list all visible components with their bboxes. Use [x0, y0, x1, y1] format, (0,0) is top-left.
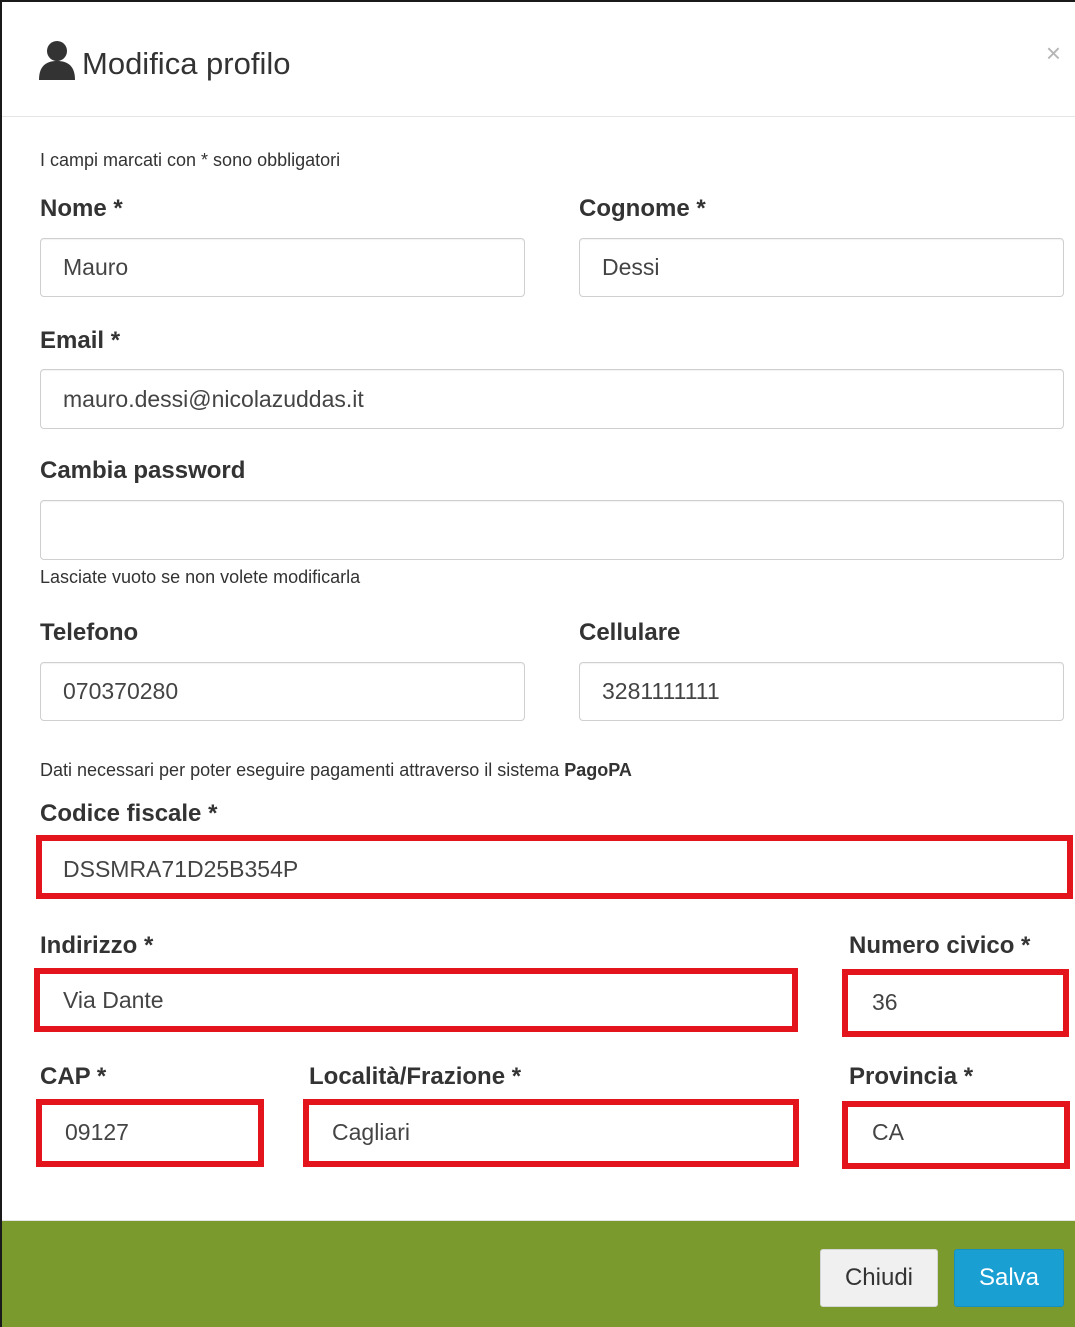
codice-fiscale-label: Codice fiscale *: [40, 800, 218, 827]
nome-input[interactable]: [40, 238, 525, 297]
dialog-footer: Chiudi Salva: [2, 1220, 1075, 1327]
email-input[interactable]: [40, 369, 1064, 429]
numero-civico-input[interactable]: [849, 976, 1057, 1028]
provincia-label: Provincia *: [849, 1063, 974, 1090]
close-icon[interactable]: ×: [1046, 40, 1061, 66]
user-icon: [39, 41, 75, 80]
dialog-title: Modifica profilo: [82, 46, 291, 81]
indirizzo-input[interactable]: [40, 974, 790, 1026]
close-button[interactable]: Chiudi: [820, 1249, 938, 1307]
cellulare-input[interactable]: [579, 662, 1064, 721]
cap-input[interactable]: [42, 1105, 258, 1159]
nome-label: Nome *: [40, 195, 123, 222]
edit-profile-dialog: Modifica profilo × I campi marcati con *…: [0, 0, 1075, 1327]
cognome-label: Cognome *: [579, 195, 706, 222]
password-input[interactable]: [40, 500, 1064, 560]
email-label: Email *: [40, 327, 121, 354]
dialog-header: Modifica profilo ×: [2, 2, 1075, 117]
password-label: Cambia password: [40, 457, 246, 484]
cognome-input[interactable]: [579, 238, 1064, 297]
pagopa-note: Dati necessari per poter eseguire pagame…: [40, 760, 632, 781]
provincia-input[interactable]: [849, 1105, 1063, 1159]
pagopa-brand: PagoPA: [564, 760, 632, 780]
indirizzo-label: Indirizzo *: [40, 932, 154, 959]
codice-fiscale-input[interactable]: [40, 843, 1064, 895]
telefono-label: Telefono: [40, 619, 139, 646]
telefono-input[interactable]: [40, 662, 525, 721]
localita-input[interactable]: [309, 1105, 793, 1159]
save-button[interactable]: Salva: [954, 1249, 1064, 1307]
pagopa-note-text: Dati necessari per poter eseguire pagame…: [40, 760, 565, 780]
required-fields-note: I campi marcati con * sono obbligatori: [40, 150, 341, 170]
localita-label: Località/Frazione *: [309, 1063, 522, 1090]
cellulare-label: Cellulare: [579, 619, 681, 646]
cap-label: CAP *: [40, 1063, 107, 1090]
numero-civico-label: Numero civico *: [849, 932, 1031, 959]
password-help-text: Lasciate vuoto se non volete modificarla: [40, 567, 361, 587]
